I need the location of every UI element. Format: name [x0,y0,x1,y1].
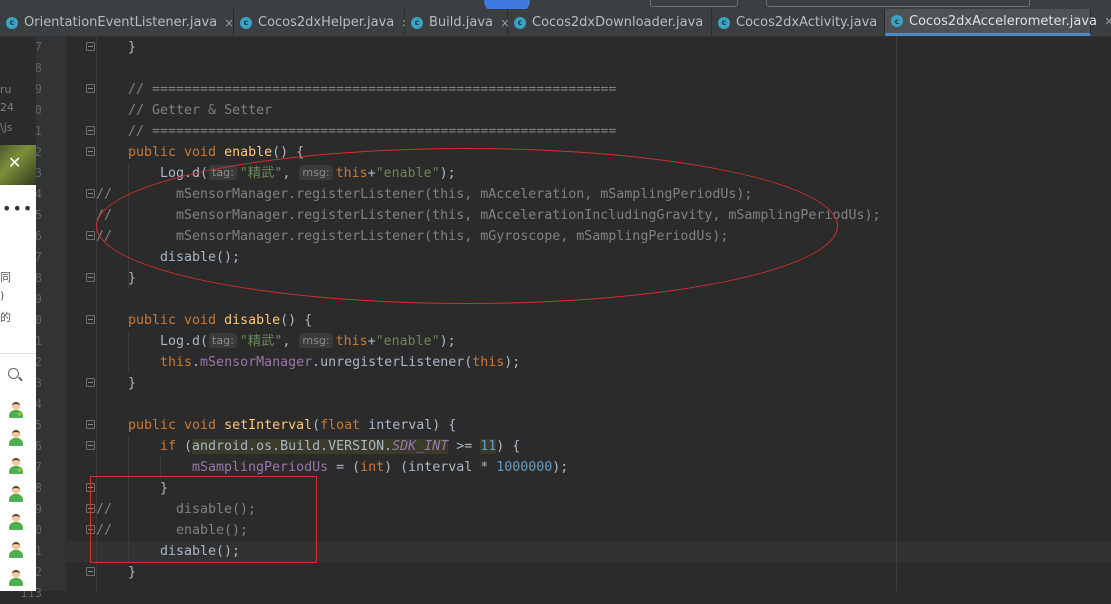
fold-marker-icon[interactable] [86,420,95,429]
fold-marker-icon[interactable] [86,42,95,51]
editor-tab-bar: c OrientationEventListener.java × c Cocos2dx… [0,0,1111,37]
tab-label: Cocos2dxAccelerometer.java [909,13,1097,29]
code-line-112: } [128,565,137,580]
fold-marker-icon[interactable] [86,567,95,576]
code-line-91: // =====================================… [128,124,617,139]
code-line-107: mSamplingPeriodUs = (int) (interval * 10… [192,460,569,475]
param-hint-msg: msg: [299,333,333,348]
java-class-icon: c [6,16,18,29]
chat-text: ) [0,289,5,302]
code-line-94: // [96,187,113,202]
search-icon[interactable] [8,368,19,379]
tab-label: Cocos2dxHelper.java [258,15,395,30]
tab-orientationeventlistener[interactable]: c OrientationEventListener.java × [0,9,234,36]
more-options-icon[interactable]: ••• [2,199,33,218]
code-line-106: if (android.os.Build.VERSION.SDK_INT >= … [160,439,521,454]
chat-text: 的 [0,311,11,324]
tab-cocos2dxdownloader[interactable]: cCocos2dxDownloader.java× [508,9,720,36]
overlay-side-panel: ru 24 \js ✕ ••• 同 ) 的 ★ ★ [0,37,36,591]
java-class-icon: c [718,16,730,29]
avatar[interactable] [8,429,24,447]
tab-label: Cocos2dxDownloader.java [532,15,704,30]
tab-cocos2dxhelper[interactable]: cCocos2dxHelper.java× [234,9,411,36]
tab-list: c OrientationEventListener.java × c Cocos2dx… [0,9,1111,36]
fold-marker-icon[interactable] [86,378,95,387]
indent-guide [128,331,129,373]
avatar[interactable] [8,569,24,587]
code-line-90: // Getter & Setter [128,103,273,118]
code-line-102: this.mSensorManager.unregisterListener(t… [160,355,521,370]
avatar[interactable] [8,485,24,503]
annotation-ellipse [96,148,838,304]
tab-cocos2dxaccelerometer[interactable]: c Cocos2dxAccelerometer.java × [885,9,1111,36]
indent-guide [160,457,161,478]
annotation-rectangle [90,476,317,563]
fold-marker-icon[interactable] [86,126,95,135]
code-line-100: public void disable() { [128,313,313,328]
right-margin-guide [896,37,897,591]
tab-label: OrientationEventListener.java [24,15,218,30]
overlay-text: \js [0,121,13,134]
tab-label: Cocos2dxActivity.java [736,15,878,30]
tab-cocos2dxactivity[interactable]: cCocos2dxActivity.java× [712,9,894,36]
fold-marker-icon[interactable] [86,84,95,93]
tab-label: Build.java [429,15,494,30]
divider [0,353,36,354]
code-line-103: } [128,376,137,391]
avatar[interactable] [8,513,24,531]
fold-marker-icon[interactable] [86,441,95,450]
close-icon[interactable]: ✕ [8,153,21,172]
device-dropdown[interactable] [766,0,1030,7]
close-icon[interactable]: × [1104,14,1111,28]
param-hint-tag: tag: [209,333,237,348]
avatar[interactable] [8,541,24,559]
overlay-text: ru [0,83,12,96]
java-class-icon: c [240,16,252,29]
fold-marker-icon[interactable] [86,273,95,282]
fold-marker-icon[interactable] [86,147,95,156]
fold-marker-icon[interactable] [86,231,95,240]
code-line-105: public void setInterval(float interval) … [128,418,457,433]
java-class-icon: c [411,16,423,29]
code-line-87: } [128,40,137,55]
code-line-98: } [128,271,137,286]
avatar[interactable]: ★ [8,401,24,419]
fold-marker-icon[interactable] [86,315,95,324]
avatar[interactable]: ★ [8,457,24,475]
close-icon[interactable]: × [224,16,234,30]
tab-build[interactable]: c Build.java × [405,9,510,36]
overlay-text: 24 [0,101,14,114]
run-config-dropdown[interactable] [650,0,738,7]
java-class-icon: c [514,16,526,29]
overlay-top-area: ru 24 \js [0,37,36,145]
fold-marker-icon[interactable] [86,189,95,198]
java-class-icon: c [891,15,903,27]
chat-text: 同 [0,271,11,284]
code-line-89: // =====================================… [128,82,617,97]
code-line-101: Log.d(tag: "精武", msg: this+"enable"); [160,333,456,349]
